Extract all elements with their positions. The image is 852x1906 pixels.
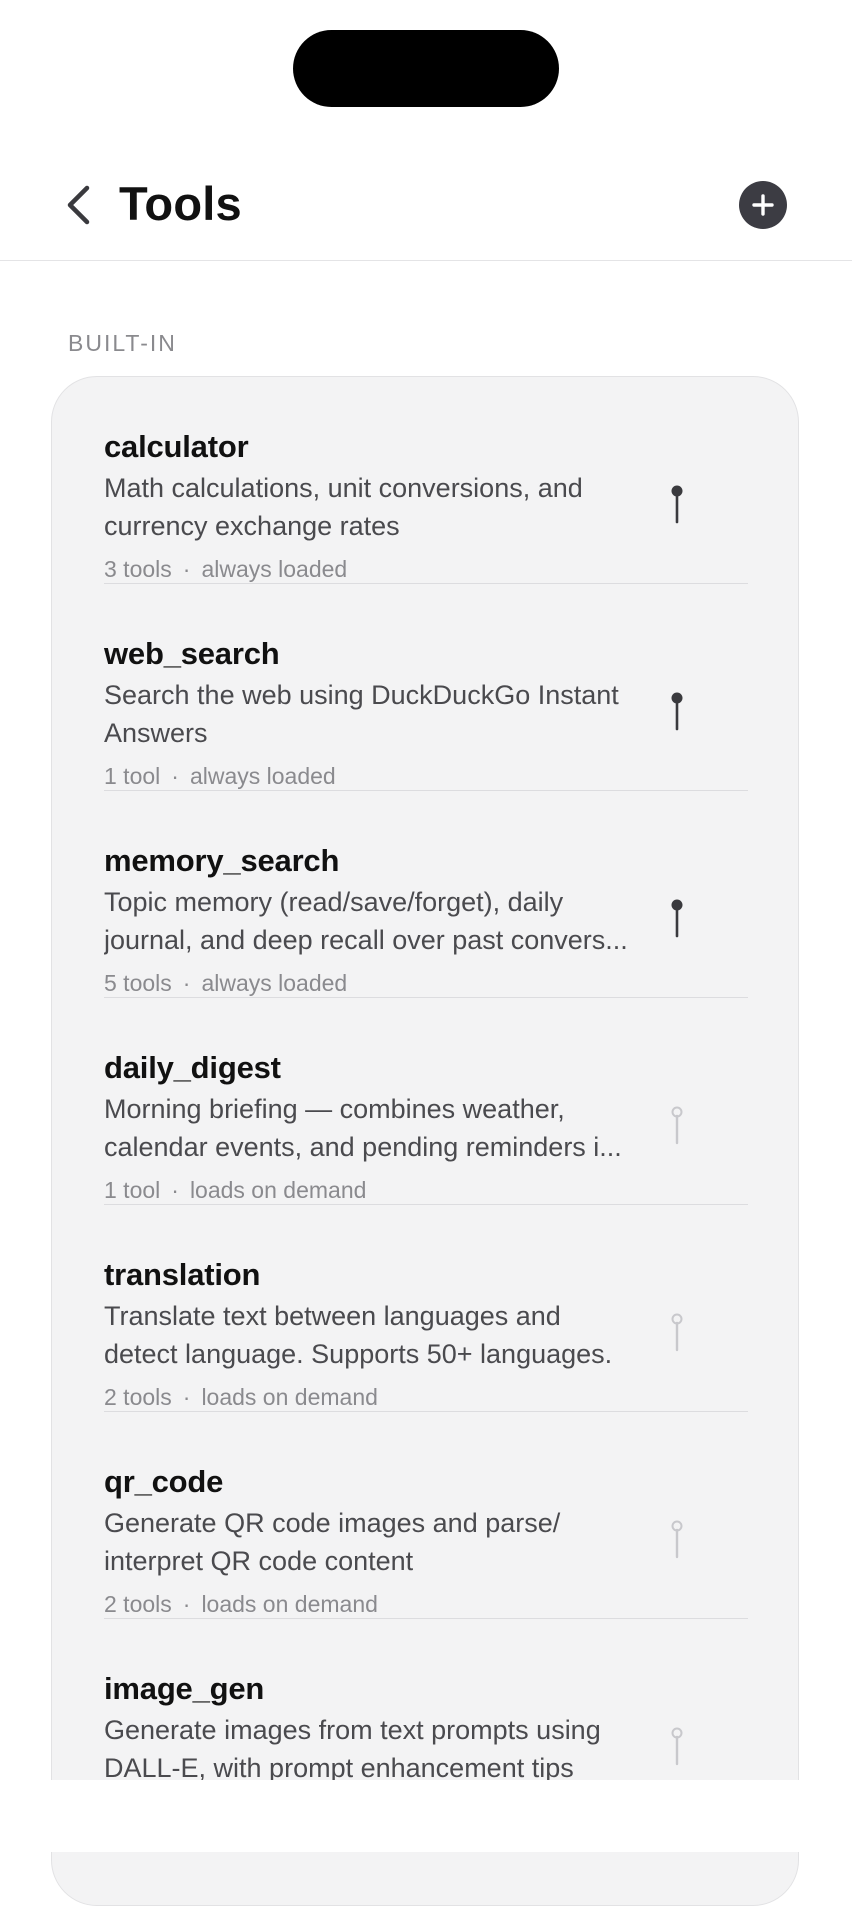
back-button[interactable] [58,180,98,230]
pin-icon[interactable] [670,484,684,524]
tool-row-daily-digest[interactable]: daily_digest Morning briefing — combines… [104,998,748,1205]
bottom-safe-area [0,1780,852,1852]
tool-name: daily_digest [104,1050,281,1085]
pin-icon[interactable] [670,1312,684,1352]
tool-name: web_search [104,636,280,671]
tool-meta: 3 tools · always loaded [104,556,348,582]
tool-description: Math calculations, unit conversions, and… [104,473,583,541]
add-tool-button[interactable] [739,181,787,229]
tool-name: image_gen [104,1671,265,1706]
tool-meta: 1 tool · loads on demand [104,1177,367,1203]
tool-row-calculator[interactable]: calculator Math calculations, unit conve… [104,377,748,584]
section-header: BUILT-IN [68,330,177,356]
tool-name: memory_search [104,843,340,878]
tool-row-qr-code[interactable]: qr_code Generate QR code images and pars… [104,1412,748,1619]
nav-header: Tools [0,150,852,261]
tool-meta: 2 tools · loads on demand [104,1384,378,1410]
page-title: Tools [119,177,242,230]
dynamic-island [293,30,559,107]
tool-meta: 5 tools · always loaded [104,970,348,996]
tool-row-web-search[interactable]: web_search Search the web using DuckDuck… [104,584,748,791]
tool-row-translation[interactable]: translation Translate text between langu… [104,1205,748,1412]
tool-description: Generate images from text prompts using … [104,1715,601,1783]
plus-icon [752,194,774,216]
pin-icon[interactable] [670,1105,684,1145]
pin-icon[interactable] [670,1726,684,1766]
pin-icon[interactable] [670,691,684,731]
tool-name: qr_code [104,1464,224,1499]
tool-meta: 2 tools · loads on demand [104,1591,378,1617]
tool-name: calculator [104,429,249,464]
tool-row-memory-search[interactable]: memory_search Topic memory (read/save/fo… [104,791,748,998]
tool-description: Generate QR code images and parse/ inter… [104,1508,561,1576]
chevron-left-icon [67,185,90,225]
tool-name: translation [104,1257,261,1292]
pin-icon[interactable] [670,898,684,938]
pin-icon[interactable] [670,1519,684,1559]
tool-description: Morning briefing — combines weather, cal… [104,1094,622,1162]
tool-description: Search the web using DuckDuckGo Instant … [104,680,619,748]
tool-description: Translate text between languages and det… [104,1301,613,1369]
tools-list: calculator Math calculations, unit conve… [51,376,799,1906]
tool-meta: 1 tool · always loaded [104,763,336,789]
tool-description: Topic memory (read/save/forget), daily j… [104,887,628,955]
